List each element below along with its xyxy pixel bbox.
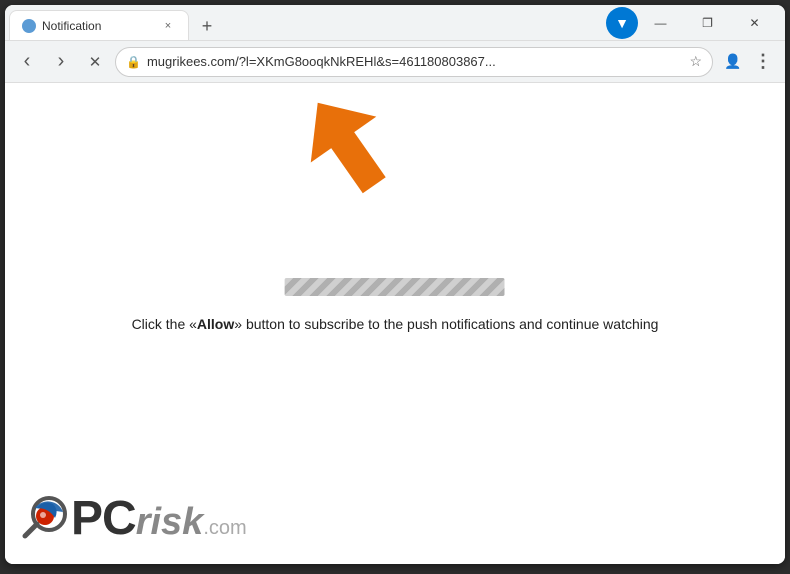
toolbar-icons: 👤 ⋮ — [719, 48, 777, 76]
url-display: mugrikees.com/?l=XKmG8ooqkNkREHl&s=46118… — [147, 54, 683, 69]
lock-icon: 🔒 — [126, 55, 141, 69]
risk-text: risk — [136, 501, 204, 544]
bookmark-icon[interactable]: ☆ — [689, 53, 702, 70]
toolbar: ‹ › ✕ 🔒 mugrikees.com/?l=XKmG8ooqkNkREHl… — [5, 41, 785, 83]
restore-button[interactable]: ❐ — [685, 8, 730, 38]
menu-icon: ⋮ — [754, 51, 772, 72]
pc-text: PC — [71, 491, 136, 546]
profile-icon: 👤 — [724, 53, 741, 70]
close-button[interactable]: ✕ — [732, 8, 777, 38]
minimize-button[interactable]: — — [638, 8, 683, 38]
profile-button[interactable]: 👤 — [719, 48, 747, 76]
stop-reload-button[interactable]: ✕ — [81, 48, 109, 76]
browser-window: Notification × + ▼ — ❐ ✕ ‹ › ✕ 🔒 mugrike… — [5, 5, 785, 564]
new-tab-button[interactable]: + — [193, 12, 221, 40]
orange-arrow — [295, 91, 415, 221]
pcrisk-icon — [15, 490, 71, 546]
tab-close-button[interactable]: × — [160, 18, 176, 34]
pcrisk-wordmark: PC risk .com — [71, 491, 247, 546]
pcrisk-logo: PC risk .com — [15, 490, 247, 546]
menu-button[interactable]: ⋮ — [749, 48, 777, 76]
window-controls: — ❐ ✕ — [638, 8, 781, 38]
allow-label: Allow — [197, 316, 234, 332]
title-bar: Notification × + ▼ — ❐ ✕ — [5, 5, 785, 41]
forward-button[interactable]: › — [47, 48, 75, 76]
progress-section: Click the «Allow» button to subscribe to… — [132, 278, 659, 332]
progress-bar-fill — [285, 278, 505, 296]
main-instruction-text: Click the «Allow» button to subscribe to… — [132, 316, 659, 332]
dotcom-text: .com — [203, 517, 246, 540]
download-icon[interactable]: ▼ — [606, 7, 638, 39]
tab-area: Notification × + — [9, 5, 306, 40]
address-bar[interactable]: 🔒 mugrikees.com/?l=XKmG8ooqkNkREHl&s=461… — [115, 47, 713, 77]
back-button[interactable]: ‹ — [13, 48, 41, 76]
tab-title: Notification — [42, 19, 154, 33]
browser-tab[interactable]: Notification × — [9, 10, 189, 40]
progress-bar — [285, 278, 505, 296]
page-content: Click the «Allow» button to subscribe to… — [5, 83, 785, 564]
tab-favicon — [22, 19, 36, 33]
